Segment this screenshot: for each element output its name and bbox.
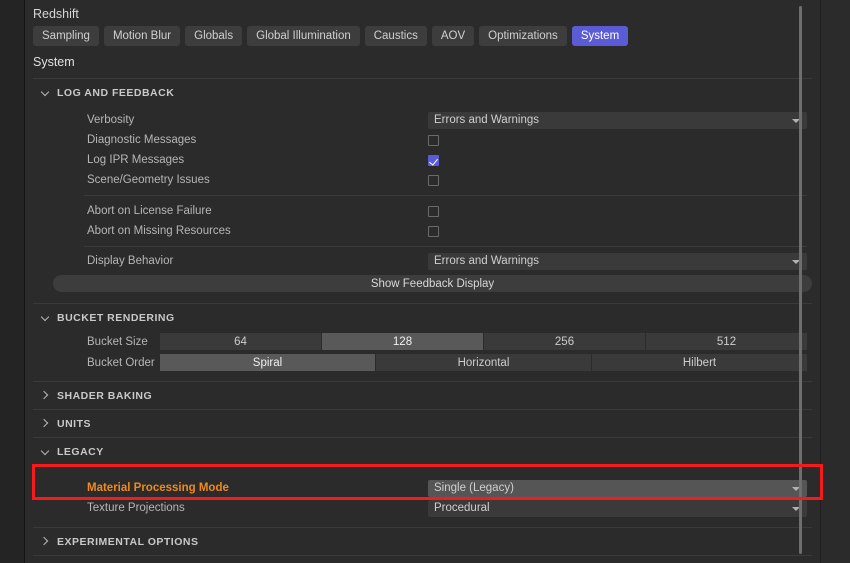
tab-sampling[interactable]: Sampling — [33, 26, 99, 46]
bucket-size-option-512[interactable]: 512 — [646, 333, 807, 350]
bucket-order-option-horizontal[interactable]: Horizontal — [376, 354, 591, 371]
chevron-right-icon — [41, 537, 50, 546]
row-bucket-order: Bucket Order Spiral Horizontal Hilbert — [25, 352, 820, 373]
page-title: System — [33, 55, 75, 69]
label-display-behavior: Display Behavior — [87, 255, 174, 267]
group-label: UNITS — [57, 417, 91, 430]
group-header-debug-capture[interactable]: DEBUG CAPTURE — [25, 556, 820, 563]
chevron-down-icon — [41, 88, 50, 97]
group-label: BUCKET RENDERING — [57, 311, 175, 324]
settings-scroll-area[interactable]: LOG AND FEEDBACK Verbosity Errors and Wa… — [25, 78, 820, 563]
tab-caustics[interactable]: Caustics — [364, 26, 427, 46]
group-label: LOG AND FEEDBACK — [57, 86, 175, 99]
label-log-ipr-messages: Log IPR Messages — [87, 154, 185, 166]
tab-aov[interactable]: AOV — [431, 26, 475, 46]
group-label: EXPERIMENTAL OPTIONS — [57, 535, 199, 548]
vertical-scrollbar-thumb[interactable] — [799, 6, 802, 554]
row-display-behavior: Display Behavior Errors and Warnings — [25, 251, 820, 271]
label-verbosity: Verbosity — [87, 114, 135, 126]
dropdown-verbosity[interactable]: Errors and Warnings — [428, 111, 807, 129]
checkbox-abort-on-missing-resources[interactable] — [428, 225, 439, 237]
bucket-size-option-256[interactable]: 256 — [484, 333, 645, 350]
tab-system[interactable]: System — [571, 26, 629, 46]
label-bucket-order: Bucket Order — [87, 356, 155, 369]
label-diagnostic-messages: Diagnostic Messages — [87, 134, 197, 146]
group-header-log-and-feedback[interactable]: LOG AND FEEDBACK — [25, 79, 820, 106]
label-scene-geometry-issues: Scene/Geometry Issues — [87, 174, 210, 186]
row-material-processing-mode: Material Processing Mode Single (Legacy) — [25, 478, 820, 498]
show-feedback-display-button[interactable]: Show Feedback Display — [53, 275, 812, 292]
row-abort-on-missing-resources: Abort on Missing Resources — [25, 221, 820, 241]
segmented-bucket-size: 64 128 256 512 — [160, 333, 807, 350]
settings-content: LOG AND FEEDBACK Verbosity Errors and Wa… — [25, 78, 820, 563]
left-gutter — [0, 0, 25, 563]
chevron-right-icon — [41, 391, 50, 400]
bucket-order-option-hilbert[interactable]: Hilbert — [592, 354, 807, 371]
row-clipped-legacy-option: AUTOMATICALLY RECOMPUTE RENDER TIME FORM… — [25, 465, 820, 475]
checkbox-diagnostic-messages[interactable] — [428, 134, 439, 146]
group-header-experimental-options[interactable]: EXPERIMENTAL OPTIONS — [25, 528, 820, 555]
row-abort-on-license-failure: Abort on License Failure — [25, 201, 820, 221]
tab-optimizations[interactable]: Optimizations — [479, 26, 567, 46]
chevron-right-icon — [41, 419, 50, 428]
dropdown-verbosity-value: Errors and Warnings — [434, 114, 540, 126]
row-scene-geometry-issues: Scene/Geometry Issues — [25, 170, 820, 190]
group-label: SHADER BAKING — [57, 389, 153, 402]
group-label: LEGACY — [57, 445, 104, 458]
row-log-ipr-messages: Log IPR Messages — [25, 150, 820, 170]
tab-motion-blur[interactable]: Motion Blur — [103, 26, 181, 46]
bucket-size-option-128[interactable]: 128 — [322, 333, 483, 350]
label-bucket-size: Bucket Size — [87, 335, 148, 348]
row-bucket-size: Bucket Size 64 128 256 512 — [25, 331, 820, 352]
checkbox-scene-geometry-issues[interactable] — [428, 174, 439, 186]
app-title: Redshift — [33, 7, 79, 21]
app-window: Redshift Sampling Motion Blur Globals Gl… — [0, 0, 850, 563]
tab-global-illumination[interactable]: Global Illumination — [247, 26, 360, 46]
dropdown-display-behavior-value: Errors and Warnings — [434, 255, 540, 267]
group-header-bucket-rendering[interactable]: BUCKET RENDERING — [25, 304, 820, 331]
right-edge-divider — [820, 0, 821, 563]
checkbox-log-ipr-messages[interactable] — [428, 154, 439, 166]
group-header-units[interactable]: UNITS — [25, 410, 820, 437]
row-verbosity: Verbosity Errors and Warnings — [25, 110, 820, 130]
tab-globals[interactable]: Globals — [185, 26, 243, 46]
vertical-scrollbar-track[interactable] — [799, 0, 826, 563]
dropdown-display-behavior[interactable]: Errors and Warnings — [428, 252, 807, 270]
chevron-down-icon — [41, 313, 50, 322]
label-clipped-legacy-option: AUTOMATICALLY RECOMPUTE RENDER TIME FORM… — [87, 465, 820, 468]
label-material-processing-mode: Material Processing Mode — [87, 482, 229, 494]
checkbox-abort-on-license-failure[interactable] — [428, 205, 439, 217]
label-abort-on-license-failure: Abort on License Failure — [87, 205, 212, 217]
chevron-down-icon — [41, 447, 50, 456]
dropdown-texture-projections[interactable]: Procedural — [428, 499, 807, 517]
bucket-order-option-spiral[interactable]: Spiral — [160, 354, 375, 371]
segmented-bucket-order: Spiral Horizontal Hilbert — [160, 354, 807, 371]
label-texture-projections: Texture Projections — [87, 502, 185, 514]
dropdown-material-processing-mode-value: Single (Legacy) — [434, 482, 514, 494]
label-abort-on-missing-resources: Abort on Missing Resources — [87, 225, 231, 237]
row-texture-projections: Texture Projections Procedural — [25, 498, 820, 518]
group-header-legacy[interactable]: LEGACY — [25, 438, 820, 465]
dropdown-material-processing-mode[interactable]: Single (Legacy) — [428, 479, 807, 497]
dropdown-texture-projections-value: Procedural — [434, 502, 490, 514]
group-header-shader-baking[interactable]: SHADER BAKING — [25, 382, 820, 409]
row-diagnostic-messages: Diagnostic Messages — [25, 130, 820, 150]
bucket-size-option-64[interactable]: 64 — [160, 333, 321, 350]
tab-bar: Sampling Motion Blur Globals Global Illu… — [25, 26, 820, 46]
